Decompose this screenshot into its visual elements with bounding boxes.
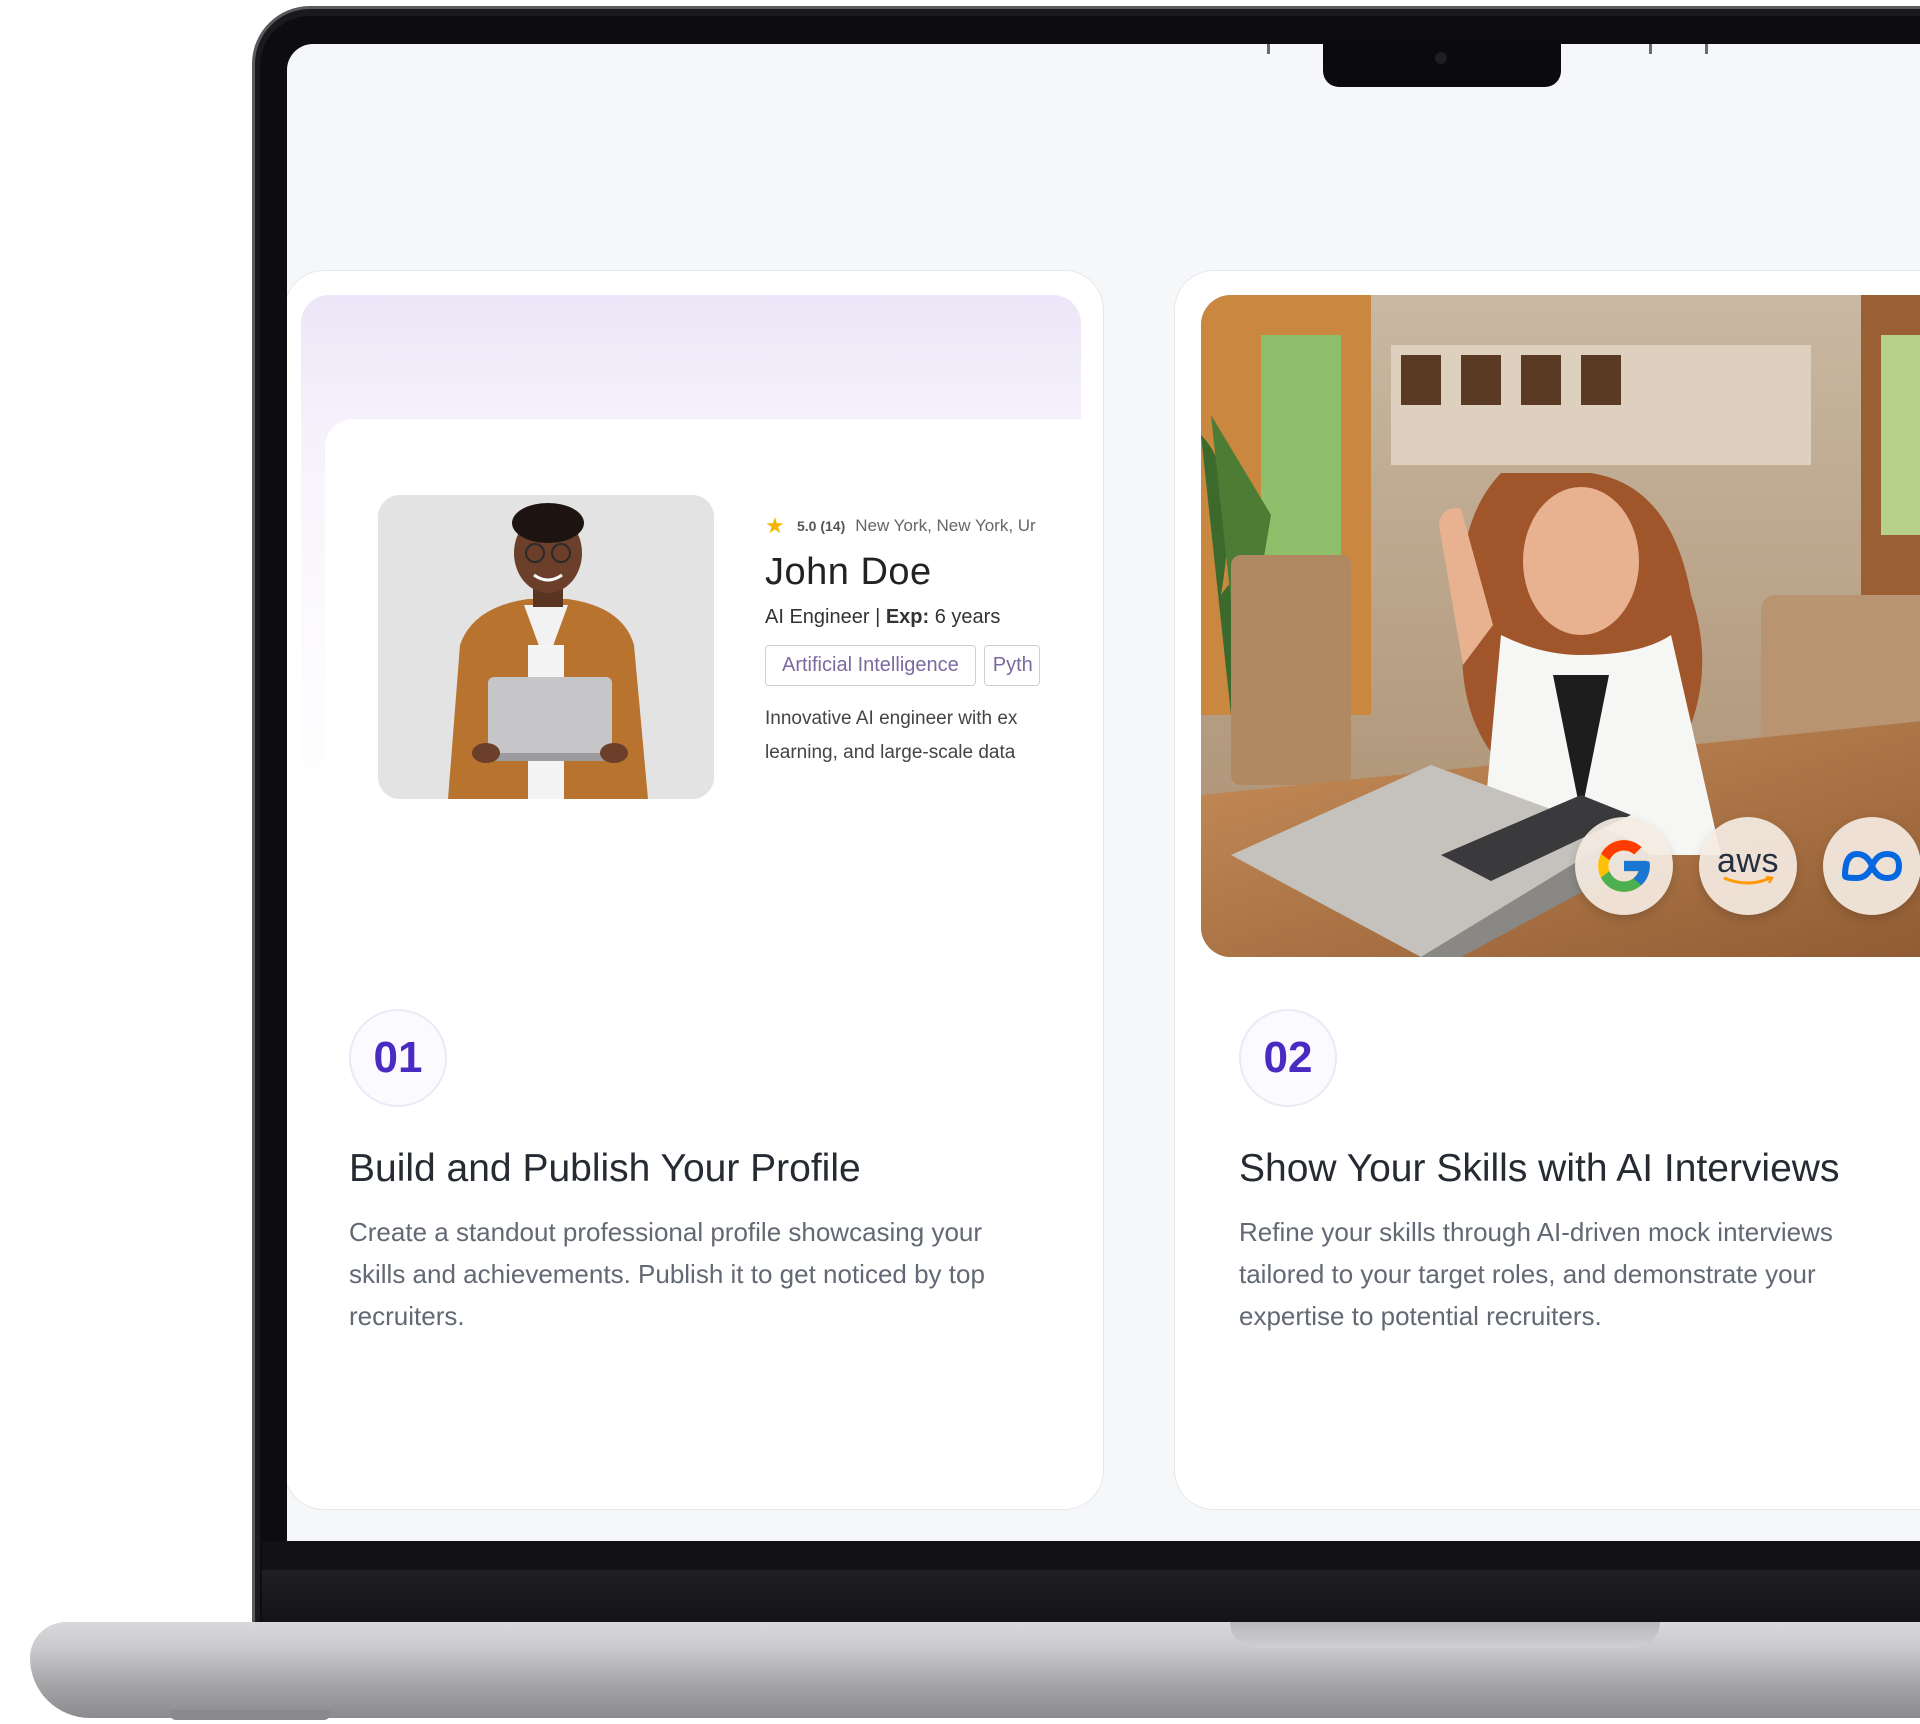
rating-value: 5.0 (14): [797, 518, 846, 534]
rating-row: ★ 5.0 (14) New York, New York, Ur: [765, 515, 1085, 537]
profile-name: John Doe: [765, 551, 932, 593]
step-card-interviews: aws 02 Show Your Skills with AI Intervie…: [1174, 270, 1920, 1510]
job-role: AI Engineer |: [765, 606, 881, 628]
cut-off-heading-fragments: [287, 44, 1920, 60]
laptop-mockup: ★ 5.0 (14) New York, New York, Ur John D…: [0, 0, 1920, 1724]
laptop-foot: [170, 1710, 330, 1720]
bio-line: Innovative AI engineer with ex: [765, 708, 1018, 729]
laptop-hinge: [262, 1570, 1920, 1622]
google-logo-icon: [1575, 817, 1673, 915]
company-logos: aws: [1575, 817, 1920, 915]
step-title: Build and Publish Your Profile: [349, 1147, 861, 1190]
camera-icon: [1435, 52, 1447, 64]
aws-logo-text: aws: [1717, 842, 1779, 880]
step-number-badge: 02: [1239, 1009, 1337, 1107]
aws-logo-icon: aws: [1699, 817, 1797, 915]
step-title: Show Your Skills with AI Interviews: [1239, 1147, 1840, 1190]
profile-bio: Innovative AI engineer with ex learning,…: [765, 702, 1085, 770]
avatar-photo: [378, 495, 714, 799]
meta-logo-icon: [1823, 817, 1920, 915]
skill-tag: Artificial Intelligence: [765, 645, 976, 686]
step-description: Refine your skills through AI-driven moc…: [1239, 1217, 1833, 1331]
step-description: Create a standout professional profile s…: [349, 1217, 985, 1331]
laptop-screen: ★ 5.0 (14) New York, New York, Ur John D…: [287, 44, 1920, 1541]
person-with-laptop-illustration: [378, 495, 714, 799]
skill-tags: Artificial Intelligence Pyth: [765, 645, 1085, 686]
star-icon: ★: [765, 515, 785, 538]
step-card-profile: ★ 5.0 (14) New York, New York, Ur John D…: [287, 270, 1104, 1510]
profile-preview-info: ★ 5.0 (14) New York, New York, Ur John D…: [765, 515, 1085, 770]
exp-value: 6 years: [934, 606, 1001, 628]
laptop-opening-notch: [1230, 1622, 1660, 1648]
step-number-badge: 01: [349, 1009, 447, 1107]
screen-notch: [1323, 40, 1561, 87]
skill-tag: Pyth: [983, 645, 1040, 686]
bio-line: learning, and large-scale data: [765, 742, 1016, 763]
job-line: AI Engineer | Exp: 6 years: [765, 606, 1085, 629]
location: New York, New York, Ur: [855, 516, 1036, 535]
exp-label: Exp:: [885, 606, 930, 628]
